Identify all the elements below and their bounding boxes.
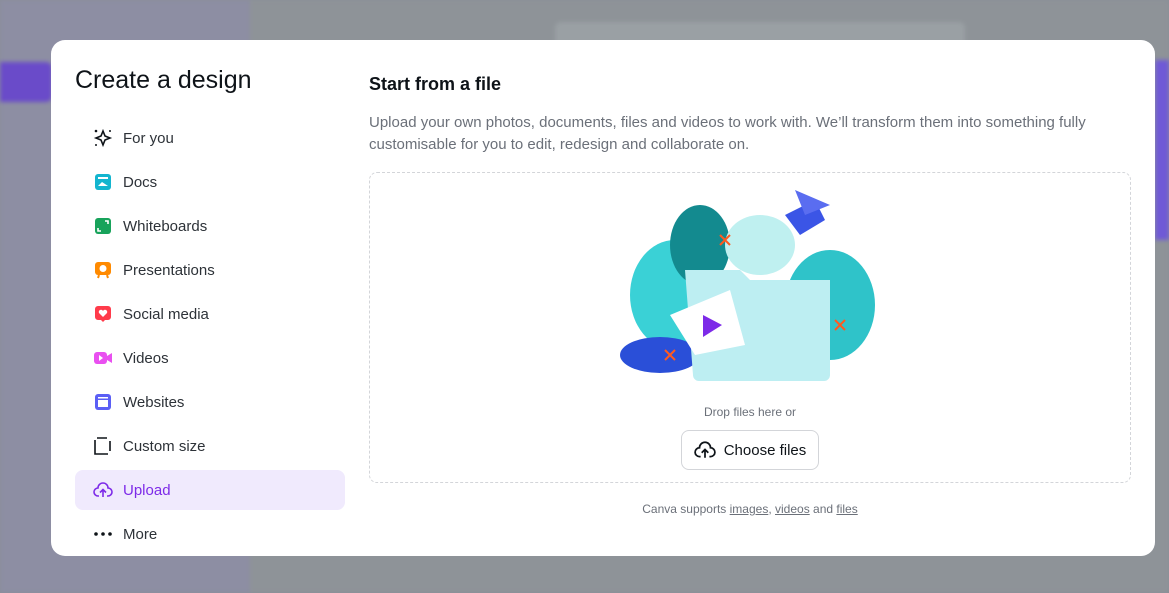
nav-item-videos[interactable]: Videos: [75, 338, 345, 378]
background-create-button: [0, 62, 52, 102]
choose-files-label: Choose files: [723, 441, 807, 459]
nav-item-docs[interactable]: Docs: [75, 162, 345, 202]
nav-item-upload[interactable]: Upload: [75, 470, 345, 510]
website-icon: [95, 394, 111, 410]
nav-item-label: Whiteboards: [123, 217, 208, 235]
images-link[interactable]: images: [730, 502, 769, 516]
nav-item-label: Websites: [123, 393, 185, 411]
file-drop-zone[interactable]: Drop files here or Choose files: [369, 172, 1131, 483]
sparkle-icon: [93, 128, 113, 148]
cloud-upload-icon: [693, 441, 716, 458]
video-icon: [94, 352, 112, 364]
whiteboard-icon: [95, 218, 111, 234]
files-link[interactable]: files: [836, 502, 857, 516]
nav-item-label: Social media: [123, 305, 209, 323]
nav-item-label: Docs: [123, 173, 158, 191]
cloud-upload-icon: [93, 482, 113, 497]
modal-title: Create a design: [75, 66, 252, 94]
presentation-icon: [95, 262, 111, 279]
drop-hint: Drop files here or: [703, 405, 797, 419]
nav-item-custom-size[interactable]: Custom size: [75, 426, 345, 466]
nav-item-label: Presentations: [123, 261, 215, 279]
nav-item-presentations[interactable]: Presentations: [75, 250, 345, 290]
nav-item-more[interactable]: More: [75, 514, 345, 554]
more-icon: [94, 532, 112, 536]
nav-item-for-you[interactable]: For you: [75, 118, 345, 158]
nav-item-label: Custom size: [123, 437, 206, 455]
nav-item-label: For you: [123, 129, 174, 147]
nav-item-label: More: [123, 525, 158, 543]
section-description: Upload your own photos, documents, files…: [369, 114, 1086, 153]
folder-illustration: [620, 190, 875, 381]
nav-item-label: Videos: [123, 349, 169, 367]
choose-files-button[interactable]: Choose files: [681, 430, 819, 470]
support-text: and: [809, 502, 837, 516]
nav-item-social-media[interactable]: Social media: [75, 294, 345, 334]
design-type-nav: For you Docs Whiteboards Presentations S…: [75, 118, 345, 556]
section-heading: Start from a file: [369, 74, 502, 94]
nav-item-label: Upload: [123, 481, 171, 499]
support-text: ,: [768, 502, 775, 516]
heart-icon: [95, 306, 111, 322]
custom-size-icon: [94, 437, 111, 455]
create-design-modal: Create a design For you Docs Whiteboards…: [51, 40, 1155, 556]
nav-item-websites[interactable]: Websites: [75, 382, 345, 422]
supported-types: Canva supports images, videos and files: [369, 502, 1131, 516]
videos-link[interactable]: videos: [775, 502, 810, 516]
nav-item-whiteboards[interactable]: Whiteboards: [75, 206, 345, 246]
docs-icon: [95, 174, 111, 190]
background-banner: [1155, 60, 1169, 240]
support-text: Canva supports: [642, 502, 730, 516]
